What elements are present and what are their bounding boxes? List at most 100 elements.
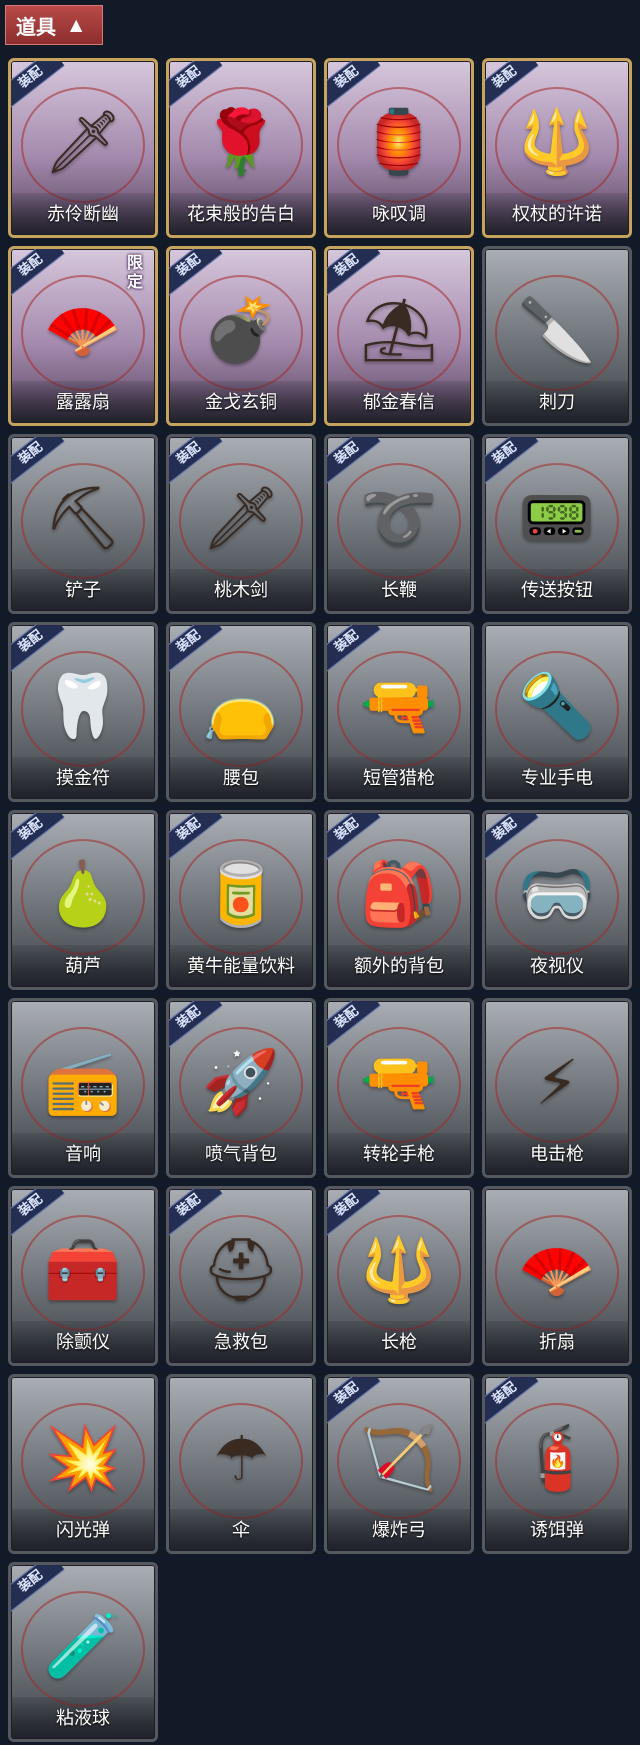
item-card[interactable]: ⛏ 装配 铲子 [8,434,158,614]
item-label: 长枪 [327,1321,471,1363]
spear-icon: 🔱 [360,1233,438,1306]
item-card[interactable]: 🔱 装配 长枪 [324,1186,474,1366]
bow-icon: 🏹 [360,1421,438,1494]
amulet-icon: 🦷 [44,669,122,742]
item-label: 权杖的许诺 [485,193,629,235]
dagger-icon: 🗡 [43,105,123,178]
item-card[interactable]: 🧰 装配 除颤仪 [8,1186,158,1366]
defibrillator-icon: 🧰 [44,1233,122,1306]
flashbang-icon: 💥 [44,1421,122,1494]
item-label: 长鞭 [327,569,471,611]
item-label: 花束般的告白 [169,193,313,235]
item-label: 专业手电 [485,757,629,799]
item-card[interactable]: 🎒 装配 额外的背包 [324,810,474,990]
radio-speaker-icon: 📻 [44,1045,122,1118]
folding-fan-icon: 🪭 [518,1233,596,1306]
item-label: 急救包 [169,1321,313,1363]
item-card[interactable]: 🍐 装配 葫芦 [8,810,158,990]
item-label: 伞 [169,1509,313,1551]
item-label: 粘液球 [11,1697,155,1739]
backpack-icon: 🎒 [360,857,438,930]
item-label: 桃木剑 [169,569,313,611]
item-card[interactable]: 🧯 装配 诱饵弹 [482,1374,632,1554]
item-label: 黄牛能量饮料 [169,945,313,987]
item-card[interactable]: ⛱ 装配 郁金春信 [324,246,474,426]
item-label: 咏叹调 [327,193,471,235]
item-card[interactable]: 🔱 装配 权杖的许诺 [482,58,632,238]
item-label: 额外的背包 [327,945,471,987]
item-card[interactable]: 💥 闪光弹 [8,1374,158,1554]
item-card[interactable]: 🗡 装配 赤伶断幽 [8,58,158,238]
item-label: 腰包 [169,757,313,799]
waist-bag-icon: 👝 [202,669,280,742]
item-card[interactable]: 🔫 装配 短管猎枪 [324,622,474,802]
item-card[interactable]: ☂ 伞 [166,1374,316,1554]
item-label: 喷气背包 [169,1133,313,1175]
paper-umbrella-icon: ⛱ [359,293,439,366]
item-label: 摸金符 [11,757,155,799]
item-card[interactable]: 🧪 装配 粘液球 [8,1562,158,1742]
item-label: 赤伶断幽 [11,193,155,235]
item-label: 电击枪 [485,1133,629,1175]
jetpack-icon: 🚀 [202,1045,280,1118]
item-grid: 🗡 装配 赤伶断幽 🌹 装配 花束般的告白 🏮 装配 咏叹调 🔱 装配 权杖的许诺 🪭 装配 限定 露露扇 💣 装… [0,0,640,1745]
item-label: 露露扇 [11,381,155,423]
item-card[interactable]: 🏮 装配 咏叹调 [324,58,474,238]
item-card[interactable]: ➰ 装配 长鞭 [324,434,474,614]
item-label: 葫芦 [11,945,155,987]
item-card[interactable]: 🔪 刺刀 [482,246,632,426]
energy-drink-icon: 🥫 [202,857,280,930]
item-card[interactable]: 📟 装配 传送按钮 [482,434,632,614]
item-label: 转轮手枪 [327,1133,471,1175]
item-label: 除颤仪 [11,1321,155,1363]
night-vision-icon: 🥽 [518,857,596,930]
item-card[interactable]: 🗡 装配 桃木剑 [166,434,316,614]
umbrella-icon: ☂ [213,1421,269,1495]
bronze-grenade-icon: 💣 [202,293,280,366]
shovel-icon: ⛏ [43,481,123,554]
teleport-button-icon: 📟 [518,481,596,554]
gourd-icon: 🍐 [44,857,122,930]
item-label: 音响 [11,1133,155,1175]
item-label: 爆炸弓 [327,1509,471,1551]
item-label: 折扇 [485,1321,629,1363]
shotgun-icon: 🔫 [360,669,438,742]
item-card[interactable]: ⛑ 装配 急救包 [166,1186,316,1366]
item-card[interactable]: 🔦 专业手电 [482,622,632,802]
bayonet-icon: 🔪 [518,293,596,366]
item-label: 刺刀 [485,381,629,423]
item-label: 夜视仪 [485,945,629,987]
item-label: 铲子 [11,569,155,611]
item-card[interactable]: 🌹 装配 花束般的告白 [166,58,316,238]
item-card[interactable]: 💣 装配 金戈玄铜 [166,246,316,426]
item-card[interactable]: 🏹 装配 爆炸弓 [324,1374,474,1554]
item-label: 金戈玄铜 [169,381,313,423]
item-card[interactable]: 🥫 装配 黄牛能量饮料 [166,810,316,990]
slime-capsule-icon: 🧪 [44,1609,122,1682]
item-label: 郁金春信 [327,381,471,423]
item-card[interactable]: 🚀 装配 喷气背包 [166,998,316,1178]
item-card[interactable]: 📻 音响 [8,998,158,1178]
item-card[interactable]: 🦷 装配 摸金符 [8,622,158,802]
item-card[interactable]: 🪭 折扇 [482,1186,632,1366]
item-label: 短管猎枪 [327,757,471,799]
whip-icon: ➰ [360,481,438,554]
item-card[interactable]: ⚡ 电击枪 [482,998,632,1178]
wooden-sword-icon: 🗡 [201,481,281,554]
first-aid-kit-icon: ⛑ [201,1233,281,1306]
item-card[interactable]: 🥽 装配 夜视仪 [482,810,632,990]
revolver-icon: 🔫 [360,1045,438,1118]
scepter-icon: 🔱 [518,105,596,178]
item-label: 传送按钮 [485,569,629,611]
item-card[interactable]: 👝 装配 腰包 [166,622,316,802]
item-label: 诱饵弹 [485,1509,629,1551]
item-card[interactable]: 🔫 装配 转轮手枪 [324,998,474,1178]
decoy-canister-icon: 🧯 [518,1421,596,1494]
limited-badge: 限定 [127,253,144,291]
shock-gun-icon: ⚡ [535,1045,579,1119]
flashlight-icon: 🔦 [518,669,596,742]
item-label: 闪光弹 [11,1509,155,1551]
rose-icon: 🌹 [202,105,280,178]
ornate-lantern-icon: 🏮 [360,105,438,178]
item-card[interactable]: 🪭 装配 限定 露露扇 [8,246,158,426]
